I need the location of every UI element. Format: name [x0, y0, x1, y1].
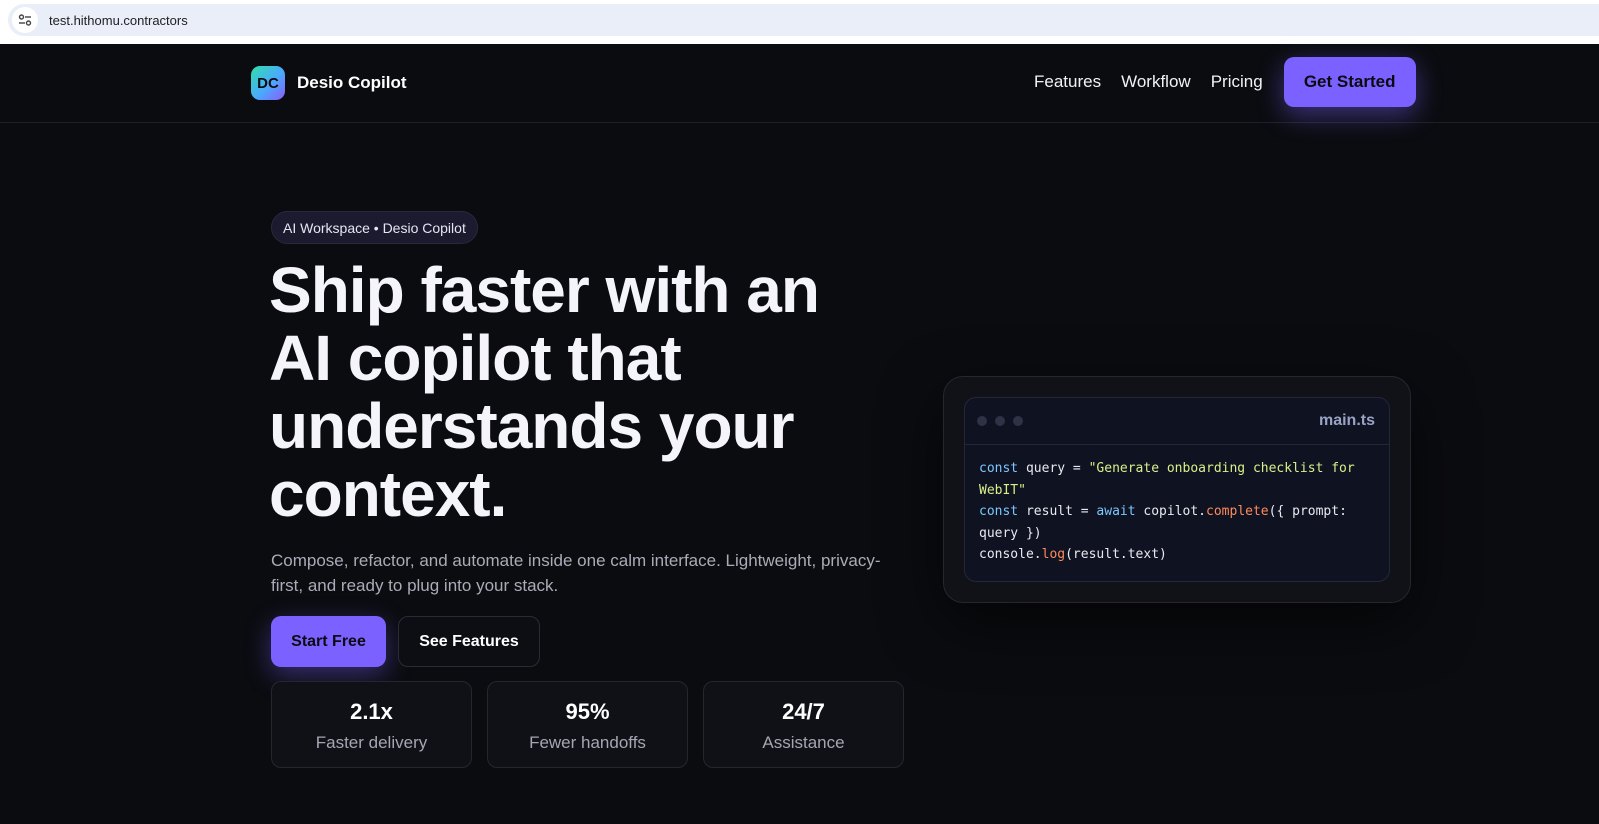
- code-body: const query = "Generate onboarding check…: [965, 445, 1389, 566]
- stat-card: 95% Fewer handoffs: [487, 681, 688, 768]
- site-header: DC Desio Copilot Features Workflow Prici…: [0, 44, 1599, 123]
- code-keyword: const: [979, 504, 1019, 519]
- brand[interactable]: DC Desio Copilot: [251, 66, 407, 100]
- brand-logo-icon: DC: [251, 66, 285, 100]
- hero-title-line: understands your: [269, 390, 795, 462]
- code-text: (result.text): [1065, 547, 1167, 562]
- code-function: log: [1041, 547, 1066, 562]
- code-text: copilot.: [1135, 504, 1207, 519]
- nav-link-features[interactable]: Features: [1034, 72, 1101, 92]
- nav-link-workflow[interactable]: Workflow: [1121, 72, 1191, 92]
- code-file-name: main.ts: [1318, 412, 1375, 429]
- nav-link-pricing[interactable]: Pricing: [1211, 72, 1263, 92]
- code-keyword: const: [979, 461, 1019, 476]
- hero-title-line: context.: [269, 458, 507, 530]
- code-text: console.: [979, 547, 1042, 562]
- code-line: console.log(result.text): [979, 544, 1375, 566]
- code-window-header: main.ts: [965, 398, 1389, 445]
- code-window: main.ts const query = "Generate onboardi…: [964, 397, 1390, 582]
- window-dot-icon: [1013, 416, 1023, 426]
- hero-subtitle: Compose, refactor, and automate inside o…: [271, 551, 881, 595]
- stat-value: 95%: [565, 699, 610, 724]
- stats-row: 2.1x Faster delivery 95% Fewer handoffs …: [271, 681, 904, 768]
- hero-title-line: Ship faster with an: [269, 254, 820, 326]
- stat-label: Fewer handoffs: [529, 733, 646, 752]
- window-dot-icon: [977, 416, 987, 426]
- get-started-button[interactable]: Get Started: [1283, 57, 1416, 107]
- hero-title: Ship faster with an AI copilot that unde…: [269, 256, 909, 528]
- stat-value: 24/7: [782, 699, 825, 724]
- code-text: query =: [1018, 461, 1089, 476]
- code-line: const query = "Generate onboarding check…: [979, 458, 1375, 501]
- stat-card: 24/7 Assistance: [703, 681, 904, 768]
- code-function: complete: [1206, 504, 1269, 519]
- main-nav: Features Workflow Pricing Get Started: [1034, 57, 1416, 107]
- site-settings-icon[interactable]: [12, 7, 38, 33]
- brand-name: Desio Copilot: [297, 73, 407, 92]
- window-dot-icon: [995, 416, 1005, 426]
- url-text: test.hithomu.contractors: [49, 12, 188, 28]
- stat-card: 2.1x Faster delivery: [271, 681, 472, 768]
- code-keyword: await: [1096, 504, 1136, 519]
- stat-label: Faster delivery: [315, 733, 428, 752]
- code-line: const result = await copilot.complete({ …: [979, 501, 1375, 544]
- hero-title-line: AI copilot that: [269, 322, 682, 394]
- eyebrow-badge: AI Workspace • Desio Copilot: [271, 211, 478, 244]
- stat-value: 2.1x: [350, 699, 393, 724]
- code-text: result =: [1018, 504, 1097, 519]
- browser-address-bar: test.hithomu.contractors: [0, 0, 1599, 44]
- start-free-button[interactable]: Start Free: [271, 616, 386, 667]
- url-field[interactable]: test.hithomu.contractors: [8, 4, 1599, 36]
- code-preview-card: main.ts const query = "Generate onboardi…: [943, 376, 1411, 603]
- see-features-button[interactable]: See Features: [398, 616, 540, 667]
- stat-label: Assistance: [762, 733, 845, 752]
